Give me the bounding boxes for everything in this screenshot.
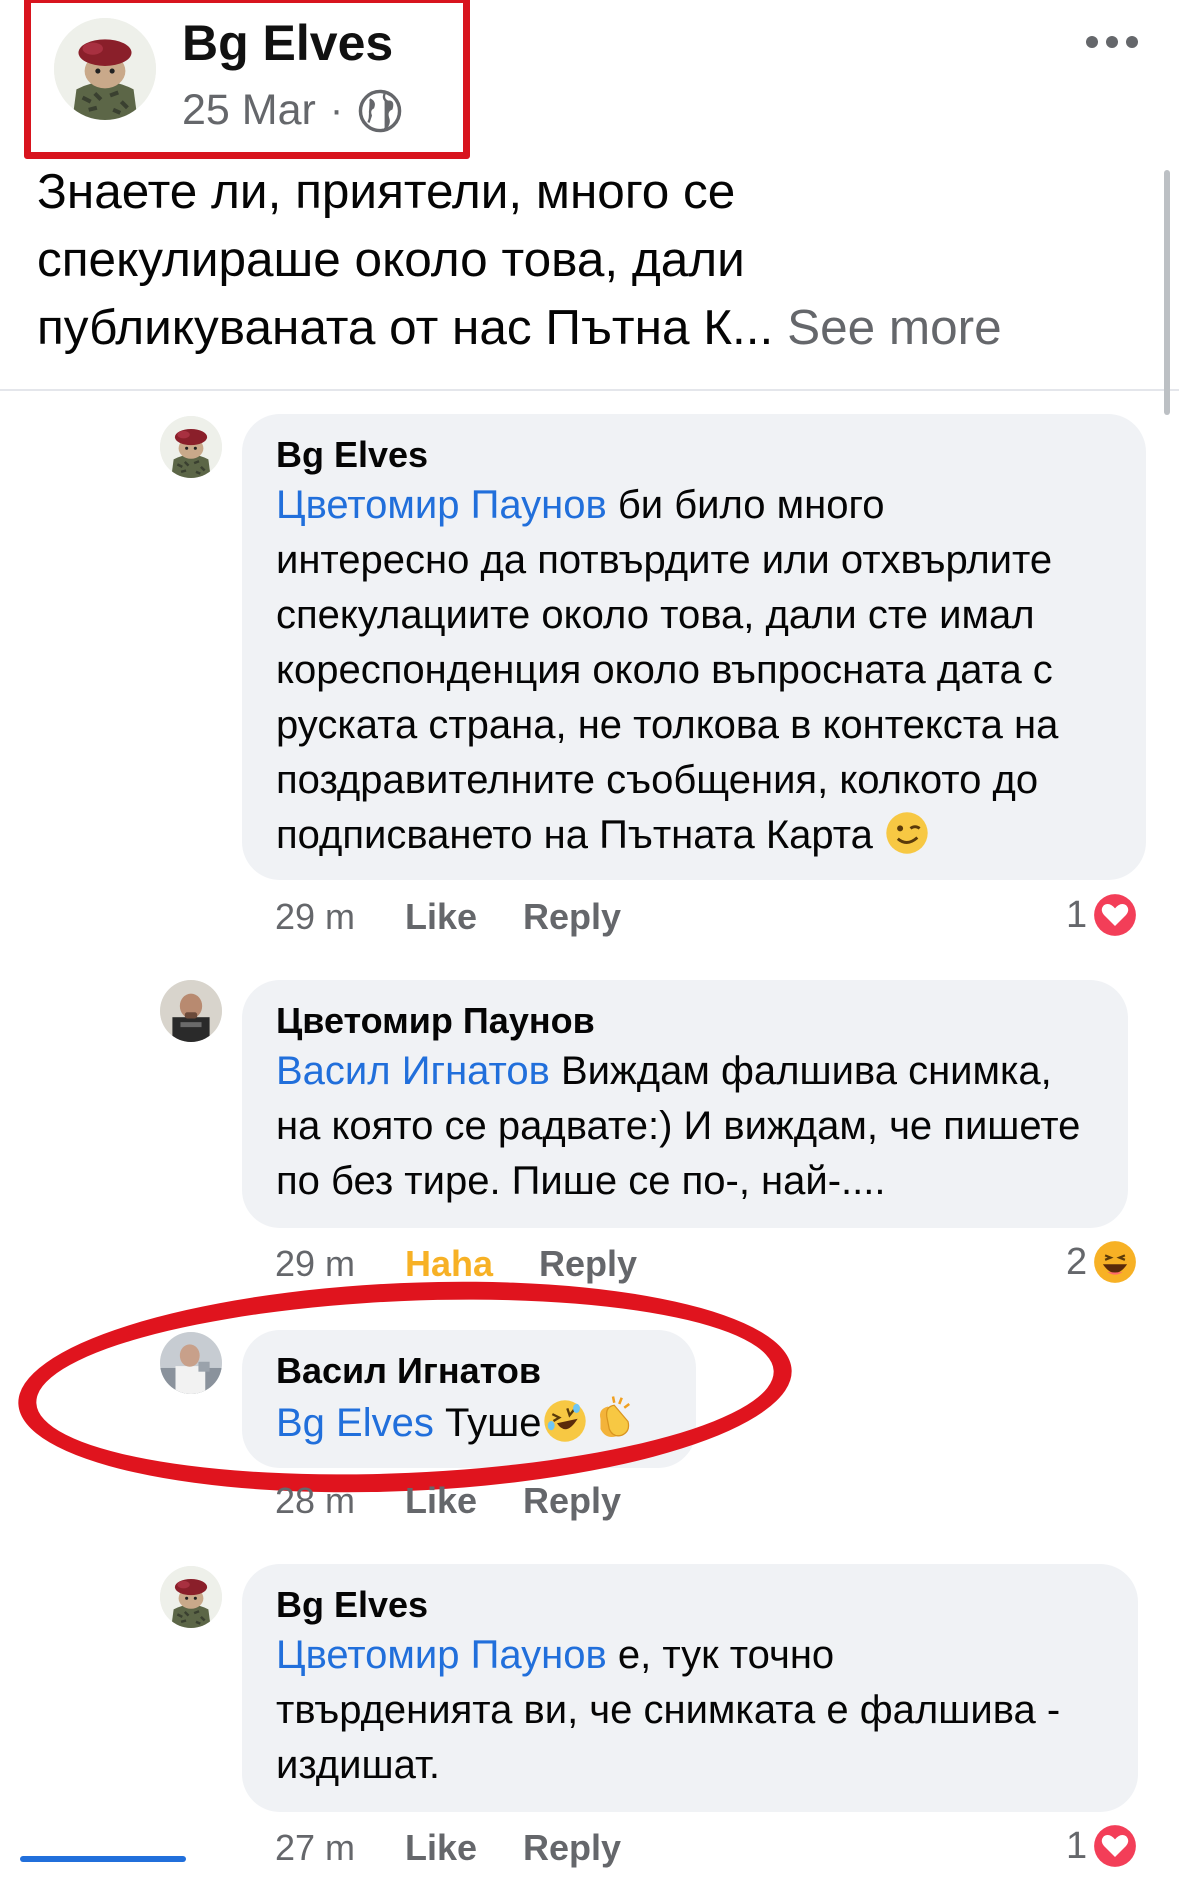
bottom-indicator xyxy=(20,1856,186,1862)
winking-face-icon xyxy=(884,810,930,856)
comment-bubble: Bg Elves Цветомир Паунов е, тук точно твъ… xyxy=(242,1564,1138,1812)
comment-actions: 27 m Like Reply xyxy=(275,1827,621,1869)
comment-text-part: интересно да потвърдите или отхвърлите с… xyxy=(276,538,1059,857)
comment-author[interactable]: Bg Elves xyxy=(276,432,1112,478)
comment-avatar[interactable] xyxy=(160,1566,222,1628)
globe-icon xyxy=(358,89,402,132)
mention-link[interactable]: Васил Игнатов xyxy=(276,1049,550,1093)
comment-actions: 29 m Like Reply xyxy=(275,896,621,938)
reply-button[interactable]: Reply xyxy=(539,1243,637,1285)
like-button[interactable]: Like xyxy=(405,1480,523,1522)
divider xyxy=(0,389,1179,391)
reaction-summary[interactable]: 2 xyxy=(1066,1240,1137,1284)
reaction-summary[interactable]: 1 xyxy=(1066,893,1137,937)
reply-button[interactable]: Reply xyxy=(523,1827,621,1869)
comment-actions: 28 m Like Reply xyxy=(275,1480,621,1522)
comment-text-part: би било много xyxy=(606,483,885,527)
comment-text-part: е, тук точно xyxy=(606,1633,835,1677)
post-text-line: спекулираше около това, дали xyxy=(37,232,745,287)
haha-button[interactable]: Haha xyxy=(405,1243,539,1285)
comment-author[interactable]: Цветомир Паунов xyxy=(276,998,1094,1044)
circle-highlight xyxy=(13,1266,797,1508)
comment-text: Васил Игнатов Виждам фалшива снимка, на к… xyxy=(276,1044,1094,1209)
haha-reaction-icon xyxy=(1093,1240,1137,1284)
comment-bubble: Bg Elves Цветомир Паунов би било много ин… xyxy=(242,414,1146,880)
comment-text-part: Виждам фалшива снимка, xyxy=(549,1049,1052,1093)
comment-avatar[interactable] xyxy=(160,980,222,1042)
comment-author[interactable]: Bg Elves xyxy=(276,1582,1104,1628)
comment-text-part: на която се радвате:) И виждам, че пишет… xyxy=(276,1104,1081,1203)
reply-button[interactable]: Reply xyxy=(523,896,621,938)
love-reaction-icon xyxy=(1093,893,1137,937)
mention-link[interactable]: Цветомир Паунов xyxy=(276,1633,607,1677)
more-options-icon[interactable] xyxy=(1082,22,1142,62)
reaction-count: 1 xyxy=(1066,893,1088,936)
mention-link[interactable]: Цветомир Паунов xyxy=(276,483,607,527)
comment-text: Цветомир Паунов би било много интересно д… xyxy=(276,478,1112,863)
like-button[interactable]: Like xyxy=(405,1827,523,1869)
comment-text-part: твърденията ви, че снимката е фалшива - … xyxy=(276,1688,1061,1787)
see-more-link[interactable]: See more xyxy=(787,300,1002,355)
reaction-summary[interactable]: 1 xyxy=(1066,1824,1137,1868)
post-date[interactable]: 25 Mar xyxy=(182,86,316,135)
comment-actions: 29 m Haha Reply xyxy=(275,1243,637,1285)
reaction-count: 1 xyxy=(1066,1824,1088,1867)
like-button[interactable]: Like xyxy=(405,896,523,938)
reply-button[interactable]: Reply xyxy=(523,1480,621,1522)
post-text: Знаете ли, приятели, много се спекулираш… xyxy=(37,158,1157,362)
comment-text: Цветомир Паунов е, тук точно твърденията … xyxy=(276,1628,1104,1793)
post-text-line: публикуваната от нас Пътна К... xyxy=(37,300,774,355)
meta-separator: · xyxy=(329,88,344,132)
post-author-name[interactable]: Bg Elves xyxy=(182,14,393,72)
post-meta: 25 Mar · xyxy=(182,86,403,135)
love-reaction-icon xyxy=(1093,1824,1137,1868)
comment-time[interactable]: 29 m xyxy=(275,896,405,938)
comment-avatar[interactable] xyxy=(160,416,222,478)
post-text-line: Знаете ли, приятели, много се xyxy=(37,164,736,219)
comment-time[interactable]: 28 m xyxy=(275,1480,405,1522)
reaction-count: 2 xyxy=(1066,1240,1088,1283)
comment-bubble: Цветомир Паунов Васил Игнатов Виждам фал… xyxy=(242,980,1128,1228)
scrollbar[interactable] xyxy=(1164,170,1170,415)
comment-time[interactable]: 29 m xyxy=(275,1243,405,1285)
comment-time[interactable]: 27 m xyxy=(275,1827,405,1869)
